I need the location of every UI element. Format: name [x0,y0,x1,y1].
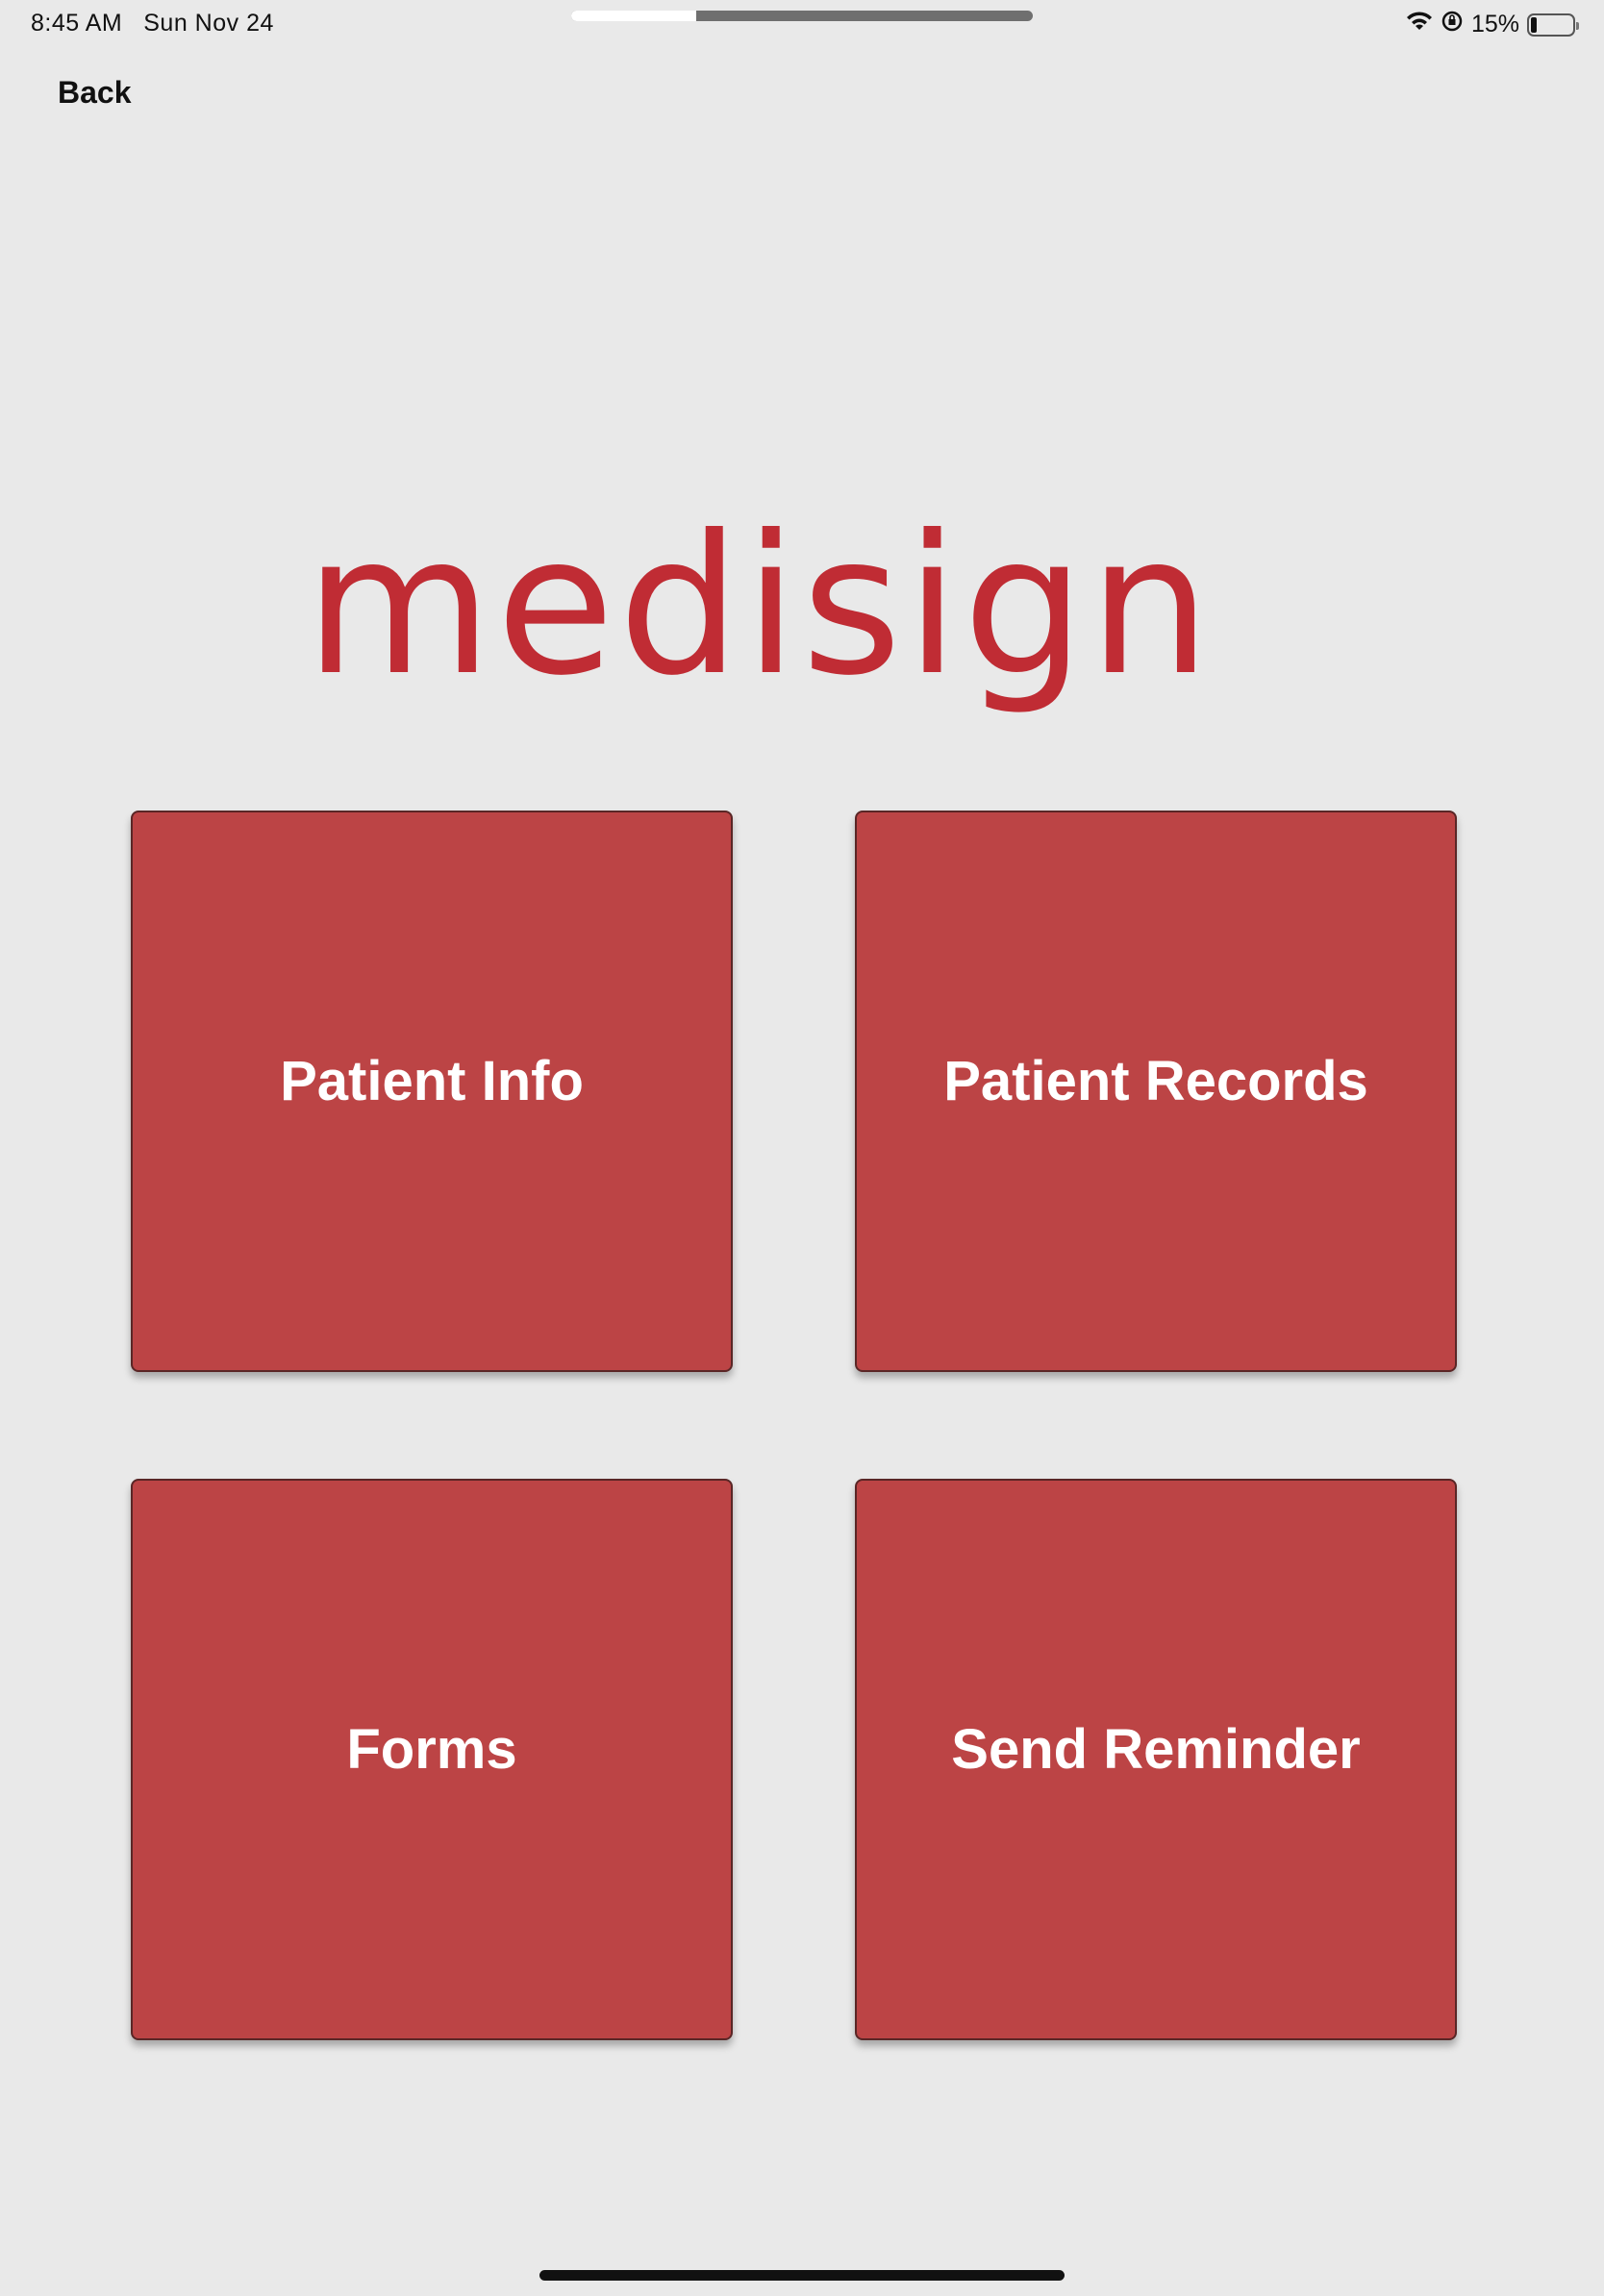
medisign-logo: medisign [305,481,1211,731]
forms-label: Forms [346,1718,517,1781]
patient-info-label: Patient Info [280,1050,584,1112]
home-indicator[interactable] [539,2270,1065,2281]
status-bar-right: 15% [1406,10,1579,39]
send-reminder-label: Send Reminder [951,1718,1361,1781]
patient-records-label: Patient Records [943,1050,1368,1112]
battery-percent: 15% [1470,11,1519,37]
battery-icon [1527,12,1579,37]
logo-text: medisign [305,493,1215,718]
status-time: 8:45 AM [31,10,123,37]
forms-button[interactable]: Forms [131,1479,733,2040]
multitasking-handle-segment [571,11,696,21]
patient-info-button[interactable]: Patient Info [131,811,733,1372]
status-bar-left: 8:45 AM Sun Nov 24 [31,10,274,37]
send-reminder-button[interactable]: Send Reminder [855,1479,1457,2040]
multitasking-handle[interactable] [571,11,1033,21]
orientation-lock-icon [1441,10,1464,39]
battery-level [1531,16,1538,33]
wifi-icon [1406,11,1433,38]
app-screen: 8:45 AM Sun Nov 24 15% Back medisign Pat… [0,0,1604,2296]
status-date: Sun Nov 24 [143,10,274,37]
back-button[interactable]: Back [58,75,132,111]
patient-records-button[interactable]: Patient Records [855,811,1457,1372]
